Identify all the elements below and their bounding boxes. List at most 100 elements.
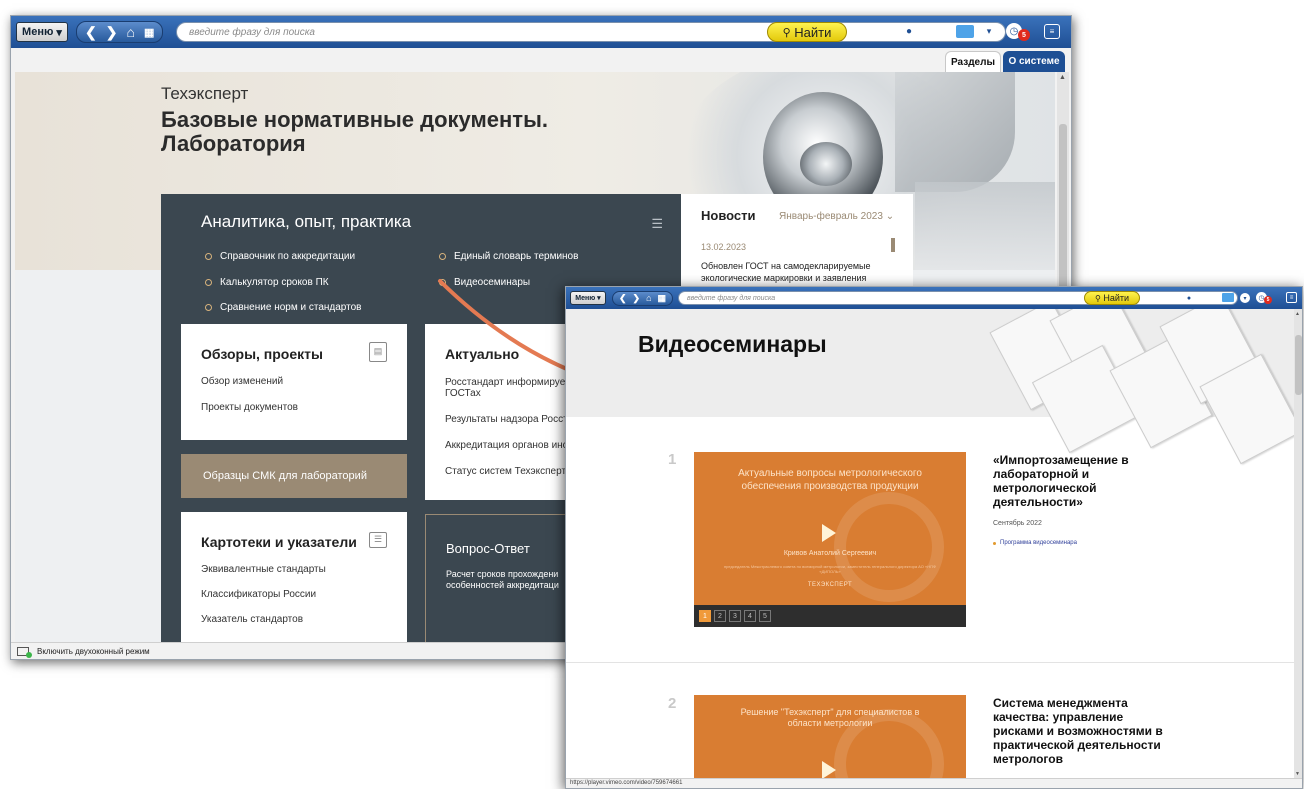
video-player[interactable]: Актуальные вопросы метрологического обес… (694, 452, 966, 627)
nav-group: ❮ ❯ ⌂ ▦ (612, 290, 674, 306)
bullet-icon (439, 253, 446, 260)
bullet-icon (205, 304, 212, 311)
qa-question-link[interactable]: Расчет сроков прохождени особенностей ак… (446, 569, 582, 591)
hamburger-menu-icon[interactable]: ☰ (860, 22, 880, 41)
seminar-title[interactable]: Система менеджмента качества: управление… (993, 696, 1173, 766)
bullet-icon (993, 541, 996, 545)
dropdown-circle-icon[interactable]: ▾ (982, 24, 996, 38)
link-accreditation-guide[interactable]: Справочник по аккредитации (205, 251, 355, 262)
dropdown-circle-icon[interactable]: ▾ (1240, 293, 1250, 303)
menu-button[interactable]: Меню ▾ (570, 291, 606, 305)
user-name[interactable]: kodeks (919, 25, 950, 39)
scroll-up-arrow[interactable]: ▲ (1295, 311, 1300, 317)
folder-icon[interactable] (1222, 293, 1234, 302)
forward-icon[interactable]: ❯ (106, 24, 118, 41)
link-system-status[interactable]: Статус систем Техэксперт/К (445, 466, 575, 477)
seminar-program-link[interactable]: Программа видеосеминара (993, 540, 1077, 546)
notification-badge: 5 (1018, 29, 1030, 41)
tab-sections[interactable]: Разделы (945, 51, 1001, 72)
cabinet-icon: ☰ (369, 532, 387, 548)
user-avatar-icon[interactable]: ● (1184, 293, 1194, 303)
play-icon[interactable] (822, 524, 836, 542)
link-rosstandart[interactable]: Росстандарт информирует о ГОСТах (445, 377, 585, 399)
news-item-link[interactable]: Обновлен ГОСТ на самодекларируемые эколо… (701, 260, 881, 284)
link-video-seminars[interactable]: Видеосеминары (439, 277, 530, 288)
dual-window-icon[interactable] (17, 646, 32, 658)
chat-icon[interactable]: ≡ (1286, 292, 1297, 303)
search-icon: ⚲ (782, 26, 791, 39)
seminar-number: 2 (668, 695, 677, 712)
play-icon[interactable] (822, 761, 836, 779)
grid-icon[interactable]: ▦ (144, 26, 154, 39)
link-changes-review[interactable]: Обзор изменений (201, 376, 283, 387)
link-draft-documents[interactable]: Проекты документов (201, 402, 298, 413)
card-catalogs-title: Картотеки и указатели (201, 534, 357, 550)
chat-icon[interactable]: ≡ (1044, 24, 1060, 39)
back-icon[interactable]: ❮ (619, 293, 627, 304)
toolbar: Меню ▾ ❮ ❯ ⌂ ▦ введите фразу для поиска … (11, 16, 1071, 48)
smk-samples-button[interactable]: Образцы СМК для лабораторий (181, 454, 407, 498)
video-seminars-window: Меню ▾ ❮ ❯ ⌂ ▦ введите фразу для поиска … (565, 286, 1303, 789)
toolbar: Меню ▾ ❮ ❯ ⌂ ▦ введите фразу для поиска … (566, 287, 1302, 309)
user-name[interactable]: kodeks (1196, 293, 1217, 303)
tab-about[interactable]: О системе (1003, 51, 1065, 72)
search-icon: ⚲ (1094, 293, 1101, 303)
seminar-title[interactable]: «Импортозамещение в лабораторной и метро… (993, 453, 1173, 509)
news-period-select[interactable]: Январь-февраль 2023 ⌄ (779, 211, 894, 222)
microscope-arm (895, 72, 1015, 192)
back-icon[interactable]: ❮ (85, 24, 97, 41)
link-supervision[interactable]: Результаты надзора Росста (445, 414, 573, 425)
news-title: Новости (701, 208, 756, 223)
video-title: Решение "Техэксперт" для специалистов в … (740, 707, 920, 728)
news-scrollbar[interactable] (891, 238, 895, 252)
page-1-button[interactable]: 1 (699, 610, 711, 622)
bullet-icon (205, 279, 212, 286)
seminar-number: 1 (668, 451, 677, 468)
card-reviews-title: Обзоры, проекты (201, 346, 323, 362)
bullet-icon (205, 253, 212, 260)
link-classifiers[interactable]: Классификаторы России (201, 589, 316, 600)
search-input[interactable]: введите фразу для поиска (176, 22, 1006, 42)
card-qa-title: Вопрос-Ответ (446, 541, 530, 556)
divider (566, 662, 1294, 663)
forward-icon[interactable]: ❯ (633, 293, 641, 304)
url-status-bar: https://player.vimeo.com/video/759674661 (566, 778, 1302, 788)
microscope-base (915, 182, 1055, 272)
home-icon[interactable]: ⌂ (126, 24, 134, 40)
page-title: Базовые нормативные документы. Лаборатор… (161, 107, 548, 156)
scroll-down-arrow[interactable]: ▼ (1295, 771, 1300, 777)
link-equivalent-standards[interactable]: Эквивалентные стандарты (201, 564, 326, 575)
page-5-button[interactable]: 5 (759, 610, 771, 622)
video-title: Актуальные вопросы метрологического обес… (738, 468, 922, 492)
scroll-thumb[interactable] (1295, 335, 1302, 395)
link-calculator[interactable]: Калькулятор сроков ПК (205, 277, 329, 288)
brand-label: Техэксперт (161, 84, 249, 103)
page-4-button[interactable]: 4 (744, 610, 756, 622)
page-3-button[interactable]: 3 (729, 610, 741, 622)
card-actual: Актуально Росстандарт информирует о ГОСТ… (425, 324, 585, 500)
find-button[interactable]: ⚲ Найти (1084, 291, 1140, 305)
link-glossary[interactable]: Единый словарь терминов (439, 251, 578, 262)
folder-icon[interactable] (956, 25, 974, 38)
menu-button[interactable]: Меню ▾ (16, 22, 68, 42)
grid-icon[interactable]: ▦ (658, 293, 667, 304)
hamburger-menu-icon[interactable]: ☰ (1154, 291, 1168, 305)
analytics-title: Аналитика, опыт, практика (201, 212, 412, 231)
link-standards-index[interactable]: Указатель стандартов (201, 614, 303, 625)
newspaper-icon: ▤ (369, 342, 387, 362)
seminar-date: Сентябрь 2022 (993, 520, 1042, 527)
filter-settings-icon[interactable]: ☰ (651, 216, 663, 232)
link-compare-norms[interactable]: Сравнение норм и стандартов (205, 302, 361, 313)
dual-window-toggle[interactable]: Включить двухоконный режим (37, 647, 150, 656)
video-presenter-role: председатель Межотраслевого совета по вс… (723, 564, 936, 574)
page-2-button[interactable]: 2 (714, 610, 726, 622)
find-button[interactable]: ⚲ Найти (767, 22, 847, 42)
user-avatar-icon[interactable]: ● (902, 24, 916, 38)
card-reviews: Обзоры, проекты ▤ Обзор изменений Проект… (181, 324, 407, 440)
vertical-scrollbar[interactable]: ▲ ▼ (1294, 309, 1302, 779)
video-brand: ТЕХЭКСПЕРТ (807, 582, 853, 588)
link-inspection[interactable]: Аккредитация органов инсп (445, 440, 573, 451)
scroll-up-arrow[interactable]: ▲ (1059, 74, 1066, 81)
home-icon[interactable]: ⌂ (646, 293, 651, 303)
video-player[interactable]: Решение "Техэксперт" для специалистов в … (694, 695, 966, 779)
